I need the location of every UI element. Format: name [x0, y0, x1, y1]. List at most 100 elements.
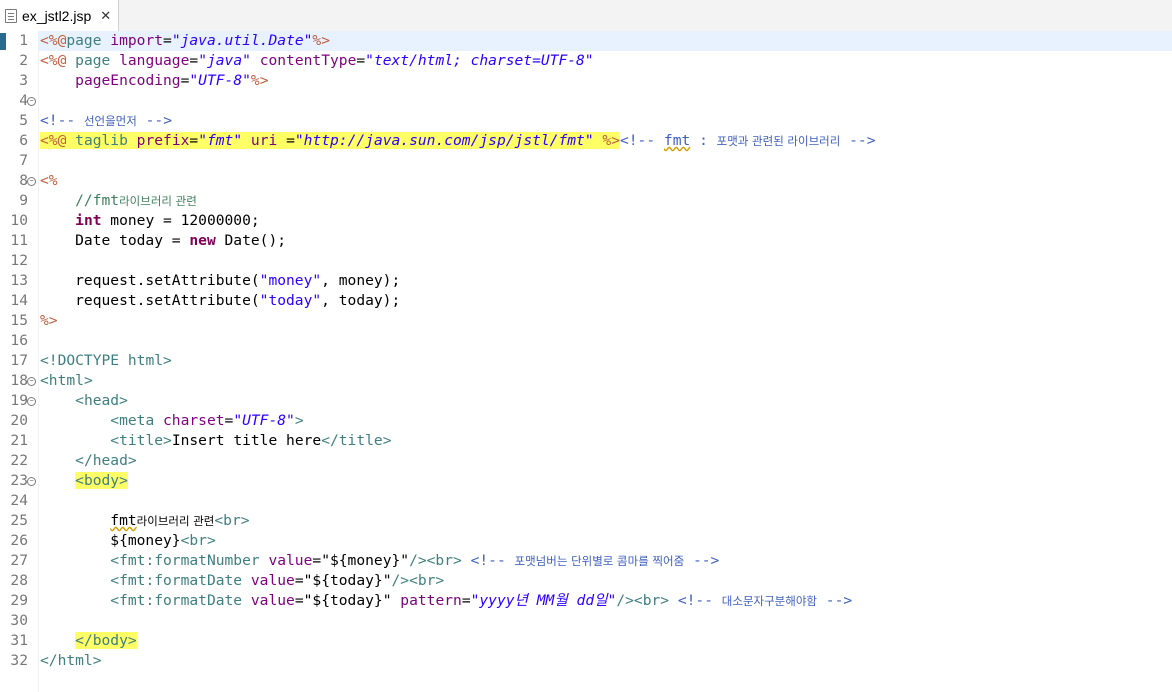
code-text: <body> — [40, 471, 128, 491]
code-token: html — [48, 372, 84, 389]
code-line[interactable]: 24 — [10, 491, 1172, 511]
line-number: 15 — [10, 312, 28, 329]
code-token: = — [312, 552, 322, 569]
close-tab-icon[interactable]: ✕ — [100, 8, 111, 24]
code-token: <%@ — [40, 52, 76, 69]
code-token: /> — [409, 552, 427, 569]
code-area[interactable]: 1 <%@page import="java.util.Date"%> 2 <%@ p… — [10, 31, 1172, 692]
code-token: pageEncoding — [75, 72, 181, 89]
code-line[interactable]: 17 <!DOCTYPE html> — [10, 351, 1172, 371]
code-line[interactable]: 6 <%@ taglib prefix="fmt" uri ="http://ja… — [19, 131, 1172, 151]
code-line[interactable]: 11 Date today = new Date(); — [10, 231, 1172, 251]
fold-toggle-icon[interactable]: − — [27, 177, 36, 186]
code-line[interactable]: 12 — [10, 251, 1172, 271]
code-editor[interactable]: 1 <%@page import="java.util.Date"%> 2 <%@ p… — [0, 31, 1172, 692]
code-token: "fmt" — [198, 132, 243, 149]
code-line[interactable]: 14 request.setAttribute("today", today); — [10, 291, 1172, 311]
code-text: </head> — [40, 451, 137, 471]
code-token: <!-- — [619, 132, 664, 149]
code-line[interactable]: 19− <head> — [10, 391, 1172, 411]
code-line[interactable]: 20 <meta charset="UTF-8"> — [10, 411, 1172, 431]
code-token: import — [110, 32, 164, 49]
code-token: <br> — [214, 512, 250, 529]
code-line[interactable]: 9 //fmt라이브러리 관련 — [19, 191, 1172, 211]
code-token: = — [286, 132, 295, 149]
code-line[interactable]: 4− — [19, 91, 1172, 111]
code-line[interactable]: 23− <body> — [10, 471, 1172, 491]
code-line[interactable]: 26 ${money}<br> — [10, 531, 1172, 551]
code-token: </head> — [75, 452, 137, 469]
editor-tab-bar: ex_jstl2.jsp ✕ — [0, 0, 1172, 32]
code-token: value — [250, 572, 295, 589]
code-line[interactable]: 3 pageEncoding="UTF-8"%> — [19, 71, 1172, 91]
code-token: <fmt:formatDate — [110, 592, 251, 609]
code-token: <!-- — [669, 592, 722, 609]
code-text: <!DOCTYPE html> — [40, 351, 172, 371]
code-token: <fmt:formatNumber — [110, 552, 269, 569]
line-number: 19 — [10, 392, 28, 409]
fold-toggle-icon[interactable]: − — [27, 477, 36, 486]
code-line[interactable]: 16 — [10, 331, 1172, 351]
line-number: 3 — [19, 72, 28, 89]
code-line[interactable]: 31 </body> — [10, 631, 1172, 651]
code-token: 선언을먼저 — [83, 114, 137, 128]
fold-toggle-icon[interactable]: − — [27, 97, 36, 106]
code-line[interactable]: 10 int money = 12000000; — [10, 211, 1172, 231]
code-token: <fmt:formatDate — [110, 572, 251, 589]
code-token: < — [40, 372, 49, 389]
code-line[interactable]: 7 — [19, 151, 1172, 171]
code-token: 라이브러리 관련 — [136, 514, 215, 528]
line-number: 18 — [10, 372, 28, 389]
code-line[interactable]: 18− <html> — [10, 371, 1172, 391]
code-token: Insert title here — [171, 432, 322, 449]
tab-ex-jstl2-jsp[interactable]: ex_jstl2.jsp ✕ — [0, 0, 119, 31]
code-token: /> — [616, 592, 634, 609]
line-number: 20 — [10, 412, 28, 429]
fold-toggle-icon[interactable]: − — [27, 377, 36, 386]
line-number: 8 — [19, 172, 28, 189]
code-token: 포맷과 관련된 라이브러리 — [716, 134, 841, 148]
code-token: %> — [40, 312, 58, 329]
line-number: 26 — [10, 532, 28, 549]
code-text: fmt라이브러리 관련<br> — [40, 511, 250, 531]
code-line[interactable]: 25 fmt라이브러리 관련<br> — [10, 511, 1172, 531]
code-token: "UTF-8" — [233, 412, 295, 429]
code-text: <%@ taglib prefix="fmt" uri ="http://jav… — [40, 131, 876, 151]
line-number: 28 — [10, 572, 28, 589]
code-line[interactable]: 1 <%@page import="java.util.Date"%> — [19, 31, 1172, 51]
code-line[interactable]: 21 <title>Insert title here</title> — [10, 431, 1172, 451]
fold-toggle-icon[interactable]: − — [27, 397, 36, 406]
code-token: : — [690, 132, 717, 149]
code-token: <br> — [633, 592, 670, 609]
code-token: <br> — [180, 532, 216, 549]
code-token: value — [268, 552, 313, 569]
code-token: Date(); — [215, 232, 287, 249]
code-token: %> — [602, 132, 620, 149]
code-line[interactable]: 28 <fmt:formatDate value="${today}"/><br… — [10, 571, 1172, 591]
code-token: <!-- — [40, 112, 84, 129]
code-line[interactable]: 22 </head> — [10, 451, 1172, 471]
code-line[interactable]: 8− <% — [19, 171, 1172, 191]
code-line[interactable]: 29 <fmt:formatDate value="${today}" patt… — [10, 591, 1172, 611]
code-token: "yyyy년 MM월 dd일" — [470, 592, 617, 609]
code-text: <fmt:formatDate value="${today}" pattern… — [40, 591, 852, 611]
code-line[interactable]: 2 <%@ page language="java" contentType="t… — [19, 51, 1172, 71]
code-token: page — [66, 32, 111, 49]
code-line[interactable]: 13 request.setAttribute("money", money); — [10, 271, 1172, 291]
code-text: <%@ page language="java" contentType="te… — [40, 51, 594, 71]
code-line[interactable]: 32 </html> — [10, 651, 1172, 671]
code-token: "UTF-8" — [189, 72, 251, 89]
code-text: <html> — [40, 371, 93, 391]
code-text: request.setAttribute("money", money); — [40, 271, 400, 291]
code-line[interactable]: 27 <fmt:formatNumber value="${money}"/><… — [10, 551, 1172, 571]
code-line[interactable]: 15 %> — [10, 311, 1172, 331]
code-token: = — [189, 52, 199, 69]
code-token: request.setAttribute( — [40, 292, 260, 309]
code-line[interactable]: 5 <!-- 선언을먼저 --> — [19, 111, 1172, 131]
line-number: 32 — [10, 652, 28, 669]
code-text: <meta charset="UTF-8"> — [40, 411, 303, 431]
code-line[interactable]: 30 — [10, 611, 1172, 631]
line-number: 5 — [19, 112, 28, 129]
